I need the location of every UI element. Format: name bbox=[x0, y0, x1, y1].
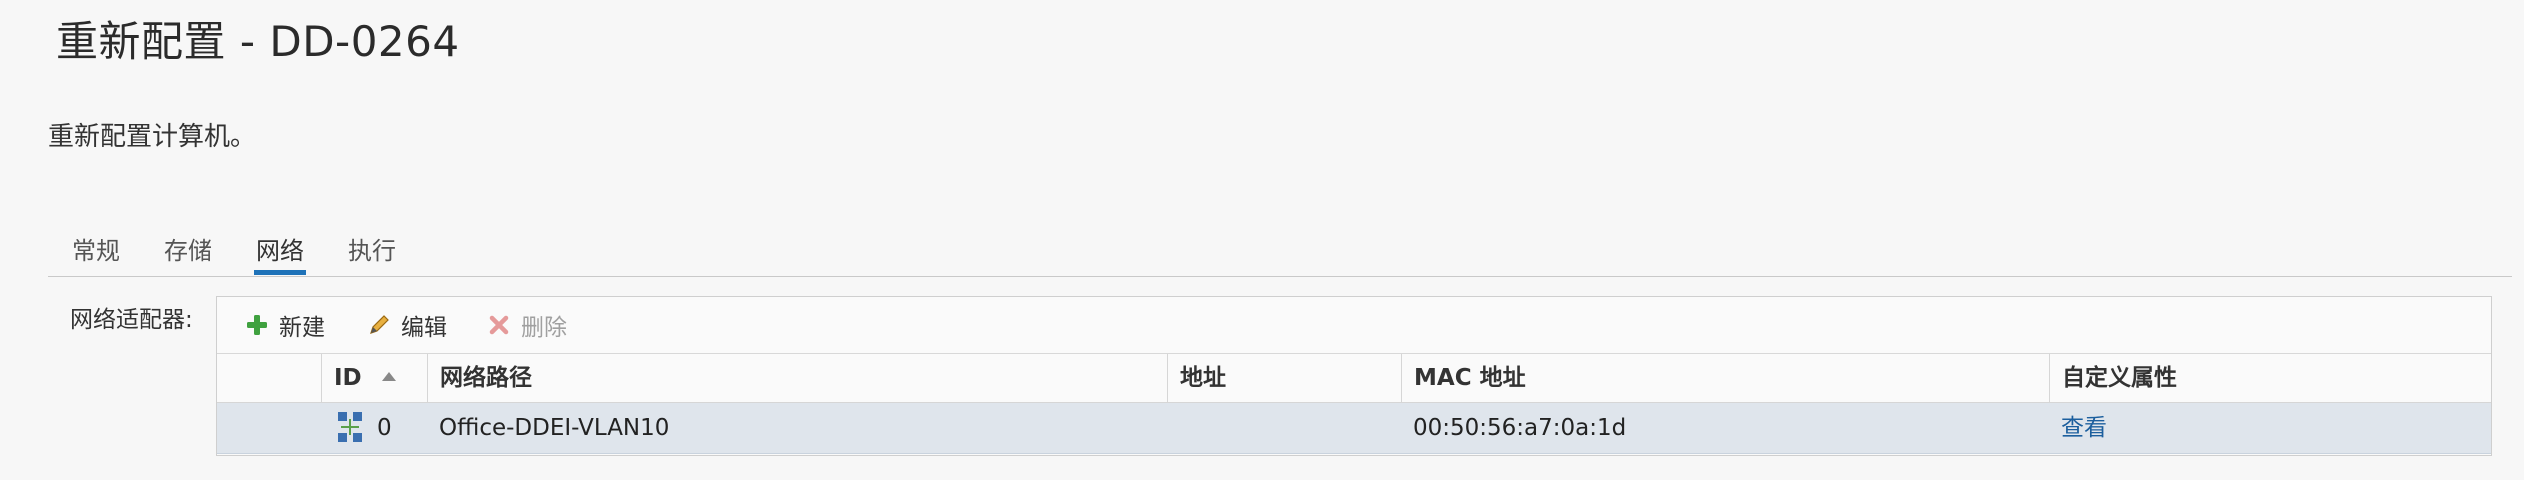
adapter-toolbar: 新建 编辑 删除 bbox=[217, 297, 2491, 354]
pencil-icon bbox=[365, 311, 393, 339]
col-network-path[interactable]: 网络路径 bbox=[427, 354, 1167, 402]
tab-network[interactable]: 网络 bbox=[254, 234, 306, 275]
tab-storage[interactable]: 存储 bbox=[164, 234, 212, 274]
tab-general[interactable]: 常规 bbox=[72, 234, 120, 274]
table-row[interactable]: 0 Office-DDEI-VLAN10 00:50:56:a7:0a:1d 查… bbox=[217, 403, 2491, 454]
sort-ascending-icon bbox=[381, 372, 396, 381]
tab-execute[interactable]: 执行 bbox=[348, 234, 396, 274]
edit-adapter-button[interactable]: 编辑 bbox=[365, 307, 447, 343]
network-adapters-panel: 新建 编辑 删除 ID 网络路径 地址 MAC 地址 自定义属性 0 Offic… bbox=[216, 296, 2492, 456]
new-adapter-label: 新建 bbox=[279, 315, 325, 341]
row-id: 0 bbox=[377, 415, 392, 441]
col-select bbox=[217, 354, 321, 402]
add-icon bbox=[243, 311, 271, 339]
row-network-path: Office-DDEI-VLAN10 bbox=[439, 415, 670, 441]
page-description: 重新配置计算机。 bbox=[48, 122, 257, 152]
delete-adapter-label: 删除 bbox=[521, 315, 567, 341]
delete-x-icon bbox=[485, 311, 513, 339]
row-address bbox=[1167, 403, 1179, 453]
new-adapter-button[interactable]: 新建 bbox=[243, 307, 325, 343]
view-custom-attributes-link[interactable]: 查看 bbox=[2049, 403, 2107, 453]
network-adapters-label: 网络适配器: bbox=[70, 307, 193, 333]
edit-adapter-label: 编辑 bbox=[401, 315, 447, 341]
tab-bar: 常规 存储 网络 执行 bbox=[48, 232, 2512, 277]
page-title: 重新配置 - DD-0264 bbox=[56, 17, 460, 66]
delete-adapter-button[interactable]: 删除 bbox=[485, 307, 567, 343]
row-mac-address: 00:50:56:a7:0a:1d bbox=[1413, 415, 1627, 441]
col-address[interactable]: 地址 bbox=[1167, 354, 1401, 402]
network-adapter-icon bbox=[335, 411, 365, 443]
col-custom-attributes[interactable]: 自定义属性 bbox=[2049, 354, 2491, 402]
col-mac-address[interactable]: MAC 地址 bbox=[1401, 354, 2049, 402]
col-id[interactable]: ID bbox=[321, 354, 427, 402]
adapter-table-header: ID 网络路径 地址 MAC 地址 自定义属性 bbox=[217, 354, 2491, 403]
